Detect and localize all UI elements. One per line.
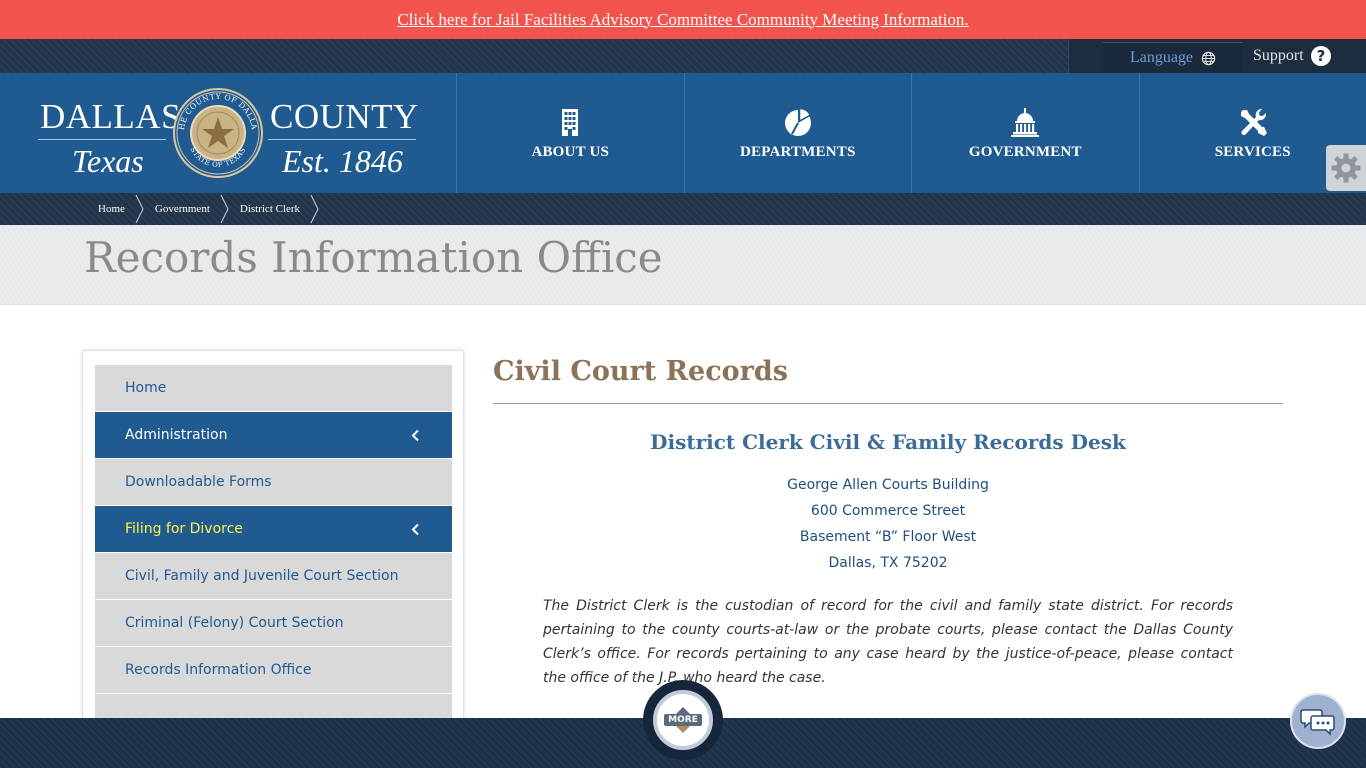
pie-chart-icon (784, 107, 812, 136)
breadcrumb-district-clerk[interactable]: District Clerk (230, 203, 310, 215)
logo-word-texas: Texas (72, 143, 144, 179)
site-header: DALLAS COUNTY Texas Est. 1846 THE COUNTY… (0, 73, 1366, 193)
support-button[interactable]: Support ? (1253, 39, 1332, 73)
page-title-band: Records Information Office (0, 225, 1366, 305)
chevron-down-icon (676, 726, 690, 733)
nav-label: ABOUT US (531, 143, 610, 160)
sidebar-item-label: Records Information Office (125, 662, 312, 678)
logo-rule (38, 139, 166, 140)
chevron-left-icon (411, 429, 419, 442)
alert-link[interactable]: Click here for Jail Facilities Advisory … (397, 10, 968, 30)
heading-divider (493, 403, 1283, 404)
settings-tab[interactable] (1326, 145, 1366, 191)
globe-icon (1201, 51, 1216, 65)
tools-icon (1240, 108, 1267, 136)
address-line: Basement “B” Floor West (799, 529, 977, 545)
logo-word-county: COUNTY (270, 97, 419, 136)
sidebar-item-label: Criminal (Felony) Court Section (125, 615, 344, 631)
address-line: George Allen Courts Building (787, 477, 989, 493)
breadcrumb-separator-icon (220, 194, 229, 224)
chat-button[interactable] (1290, 693, 1346, 749)
chevron-up-icon (676, 707, 690, 714)
sidebar-item-label: Downloadable Forms (125, 474, 272, 490)
main-nav: ABOUT US DEPARTMENTS GOVERNMENT SERVICES (456, 73, 1366, 193)
address-line: 600 Commerce Street (810, 503, 966, 519)
gear-icon (1331, 153, 1361, 183)
nav-label: GOVERNMENT (968, 143, 1082, 160)
language-button[interactable]: Language (1103, 42, 1243, 73)
dallas-county-logo[interactable]: DALLAS COUNTY Texas Est. 1846 THE COUNTY… (0, 73, 456, 193)
nav-government[interactable]: GOVERNMENT (911, 73, 1139, 193)
nav-departments[interactable]: DEPARTMENTS (683, 73, 912, 193)
sidebar-item-home[interactable]: Home (95, 365, 452, 412)
records-desk-heading: District Clerk Civil & Family Records De… (650, 430, 1126, 454)
more-button[interactable]: MORE (643, 680, 723, 760)
sidebar-item-records-information-office[interactable]: Records Information Office (95, 647, 452, 694)
sidebar-item-label: Filing for Divorce (125, 521, 243, 537)
breadcrumb: Home Government District Clerk (88, 193, 320, 225)
logo-word-dallas: DALLAS (40, 97, 182, 136)
svg-text:?: ? (1316, 47, 1325, 65)
breadcrumb-separator-icon (135, 194, 144, 224)
alert-bar: Click here for Jail Facilities Advisory … (0, 0, 1366, 39)
address-line: Dallas, TX 75202 (828, 555, 948, 571)
sidebar-item-downloadable-forms[interactable]: Downloadable Forms (95, 459, 452, 506)
sidebar-item-label: Civil, Family and Juvenile Court Section (125, 568, 399, 584)
utility-bar: Language Support ? (0, 39, 1366, 73)
nav-about-us[interactable]: ABOUT US (456, 73, 684, 193)
more-label: MORE (664, 714, 702, 726)
support-label: Support (1253, 47, 1304, 64)
breadcrumb-home[interactable]: Home (88, 203, 135, 215)
chat-bubbles-icon (1300, 709, 1335, 736)
sidebar-item-filing-for-divorce[interactable]: Filing for Divorce (95, 506, 452, 553)
custodian-paragraph: The District Clerk is the custodian of r… (543, 598, 1233, 686)
main-content: Civil Court Records District Clerk Civil… (493, 350, 1283, 690)
nav-label: SERVICES (1214, 143, 1291, 160)
chevron-left-icon (411, 523, 419, 536)
more-button-face: MORE (653, 690, 713, 750)
sidebar-menu: Home Administration Downloadable Forms F… (82, 350, 464, 741)
sidebar-item-criminal-felony[interactable]: Criminal (Felony) Court Section (95, 600, 452, 647)
logo-established: Est. 1846 (282, 143, 403, 179)
sidebar-item-label: Home (125, 380, 167, 396)
language-label: Language (1129, 49, 1194, 66)
building-icon (562, 108, 579, 136)
breadcrumb-separator-icon (310, 194, 319, 224)
nav-label: DEPARTMENTS (739, 143, 856, 160)
county-seal-icon: THE COUNTY OF DALLAS STATE OF TEXAS (172, 87, 263, 178)
sidebar-item-civil-family-juvenile[interactable]: Civil, Family and Juvenile Court Section (95, 553, 452, 600)
logo-rule (268, 139, 416, 140)
breadcrumb-government[interactable]: Government (145, 203, 220, 215)
section-heading: Civil Court Records (493, 356, 788, 387)
page-title: Records Information Office (84, 233, 663, 282)
breadcrumb-bar: Home Government District Clerk (0, 193, 1366, 225)
address-block: George Allen Courts Building 600 Commerc… (493, 472, 1283, 576)
capitol-icon (1011, 107, 1040, 137)
sidebar-item-administration[interactable]: Administration (95, 412, 452, 459)
question-circle-icon: ? (1310, 46, 1331, 66)
sidebar-item-label: Administration (125, 427, 228, 443)
